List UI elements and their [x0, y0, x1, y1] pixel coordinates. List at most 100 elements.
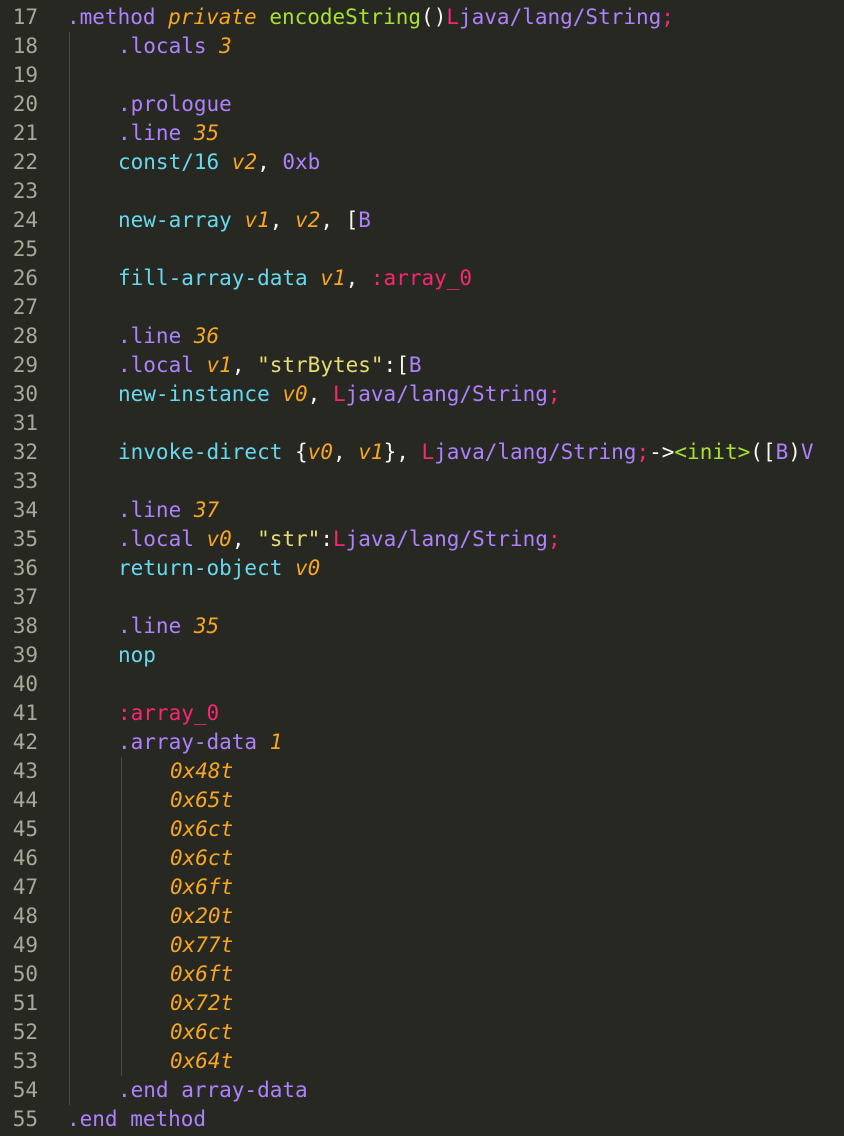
- code-line[interactable]: 46 0x6ct: [0, 844, 844, 873]
- code-line[interactable]: 45 0x6ct: [0, 815, 844, 844]
- code-line[interactable]: 23: [0, 177, 844, 206]
- code-line[interactable]: 20 .prologue: [0, 90, 844, 119]
- code-line[interactable]: 33: [0, 467, 844, 496]
- code-line[interactable]: 31: [0, 409, 844, 438]
- line-number: 46: [12, 846, 38, 870]
- code-line[interactable]: 19: [0, 61, 844, 90]
- code-token: fill-array-data: [118, 266, 321, 290]
- code-line[interactable]: 43 0x48t: [0, 757, 844, 786]
- line-number: 42: [12, 730, 38, 754]
- code-line[interactable]: 17 .method private encodeString()Ljava/la…: [0, 3, 844, 32]
- code-line[interactable]: 41:array_0: [0, 699, 844, 728]
- code-token: .method: [67, 5, 169, 29]
- line-number: 41: [12, 701, 38, 725]
- line-number: 47: [12, 875, 38, 899]
- code-token: :: [320, 527, 333, 551]
- code-line[interactable]: 27: [0, 293, 844, 322]
- code-line[interactable]: 34 .line 37: [0, 496, 844, 525]
- indent-guide: [69, 496, 70, 525]
- line-number: 45: [12, 817, 38, 841]
- code-token: .line: [118, 121, 194, 145]
- code-line[interactable]: 28 .line 36: [0, 322, 844, 351]
- code-text: 0x64t: [170, 1047, 233, 1076]
- code-line[interactable]: 21 .line 35: [0, 119, 844, 148]
- indent-guide: [69, 902, 70, 931]
- code-text: .end array-data: [118, 1076, 308, 1105]
- indent-guide: [69, 699, 70, 728]
- code-line[interactable]: 47 0x6ft: [0, 873, 844, 902]
- code-line[interactable]: 25: [0, 235, 844, 264]
- code-token: L: [421, 440, 435, 464]
- indent-guide: [69, 1047, 70, 1076]
- code-token: L: [332, 527, 346, 551]
- code-token: v0: [206, 527, 232, 551]
- line-number: 55: [12, 1107, 38, 1131]
- code-line[interactable]: 42 .array-data 1: [0, 728, 844, 757]
- indent-guide: [69, 757, 70, 786]
- code-text: .line 36: [118, 322, 219, 351]
- code-token: .end method: [67, 1107, 207, 1131]
- line-number: 50: [12, 962, 38, 986]
- code-token: 36: [193, 324, 220, 348]
- code-line[interactable]: 29 .local v1, "strBytes":[B: [0, 351, 844, 380]
- indent-guide: [69, 786, 70, 815]
- code-line[interactable]: 32 invoke-direct {v0, v1}, Ljava/lang/Str…: [0, 438, 844, 467]
- code-token: L: [446, 5, 459, 29]
- code-text: .prologue: [118, 90, 232, 119]
- code-line[interactable]: 49 0x77t: [0, 931, 844, 960]
- code-token: 0x6ct: [170, 817, 234, 841]
- code-token: L: [332, 382, 346, 406]
- code-text: .locals 3: [118, 32, 232, 61]
- code-line[interactable]: 39 nop: [0, 641, 844, 670]
- code-text: .end method: [67, 1105, 206, 1134]
- code-token: 3: [219, 34, 232, 58]
- code-line[interactable]: 51 0x72t: [0, 989, 844, 1018]
- indent-guide: [69, 322, 70, 351]
- code-token: , [: [320, 208, 359, 232]
- code-text: new-array v1, v2, [B: [118, 206, 371, 235]
- indent-guide: [69, 264, 70, 293]
- indent-guide: [69, 554, 70, 583]
- code-text: 0x20t: [170, 902, 233, 931]
- line-number: 44: [12, 788, 38, 812]
- line-number: 24: [12, 208, 38, 232]
- code-line[interactable]: 53 0x64t: [0, 1047, 844, 1076]
- code-token: B: [775, 440, 789, 464]
- code-line[interactable]: 35 .local v0, "str":Ljava/lang/String;: [0, 525, 844, 554]
- line-number: 39: [12, 643, 38, 667]
- code-text: 0x6ct: [170, 1018, 233, 1047]
- code-line[interactable]: 38 .line 35: [0, 612, 844, 641]
- indent-guide: [121, 815, 122, 844]
- code-token: .line: [118, 614, 194, 638]
- indent-guide: [69, 467, 70, 496]
- code-line[interactable]: 37: [0, 583, 844, 612]
- code-token: 0x20t: [170, 904, 234, 928]
- code-token: ->: [649, 440, 675, 464]
- code-line[interactable]: 22 const/16 v2, 0xb: [0, 148, 844, 177]
- code-text: 0x65t: [170, 786, 233, 815]
- indent-guide: [69, 873, 70, 902]
- indent-guide: [121, 931, 122, 960]
- code-line[interactable]: 54 .end array-data: [0, 1076, 844, 1105]
- code-line[interactable]: 18 .locals 3: [0, 32, 844, 61]
- code-editor[interactable]: 17 .method private encodeString()Ljava/la…: [0, 3, 844, 1134]
- code-line[interactable]: 26 fill-array-data v1, :array_0: [0, 264, 844, 293]
- code-token: 0xb: [282, 150, 321, 174]
- indent-guide: [121, 1047, 122, 1076]
- line-number: 22: [12, 150, 38, 174]
- code-line[interactable]: 36 return-object v0: [0, 554, 844, 583]
- code-text: new-instance v0, Ljava/lang/String;: [118, 380, 561, 409]
- indent-guide: [69, 409, 70, 438]
- code-token: .line: [118, 498, 194, 522]
- code-line[interactable]: 50 0x6ft: [0, 960, 844, 989]
- code-line[interactable]: 55 .end method: [0, 1105, 844, 1134]
- code-token: v0: [307, 440, 333, 464]
- code-line[interactable]: 48 0x20t: [0, 902, 844, 931]
- code-line[interactable]: 30 new-instance v0, Ljava/lang/String;: [0, 380, 844, 409]
- code-line[interactable]: 40: [0, 670, 844, 699]
- line-number: 49: [12, 933, 38, 957]
- code-line[interactable]: 24 new-array v1, v2, [B: [0, 206, 844, 235]
- indent-guide: [69, 844, 70, 873]
- code-line[interactable]: 44 0x65t: [0, 786, 844, 815]
- code-line[interactable]: 52 0x6ct: [0, 1018, 844, 1047]
